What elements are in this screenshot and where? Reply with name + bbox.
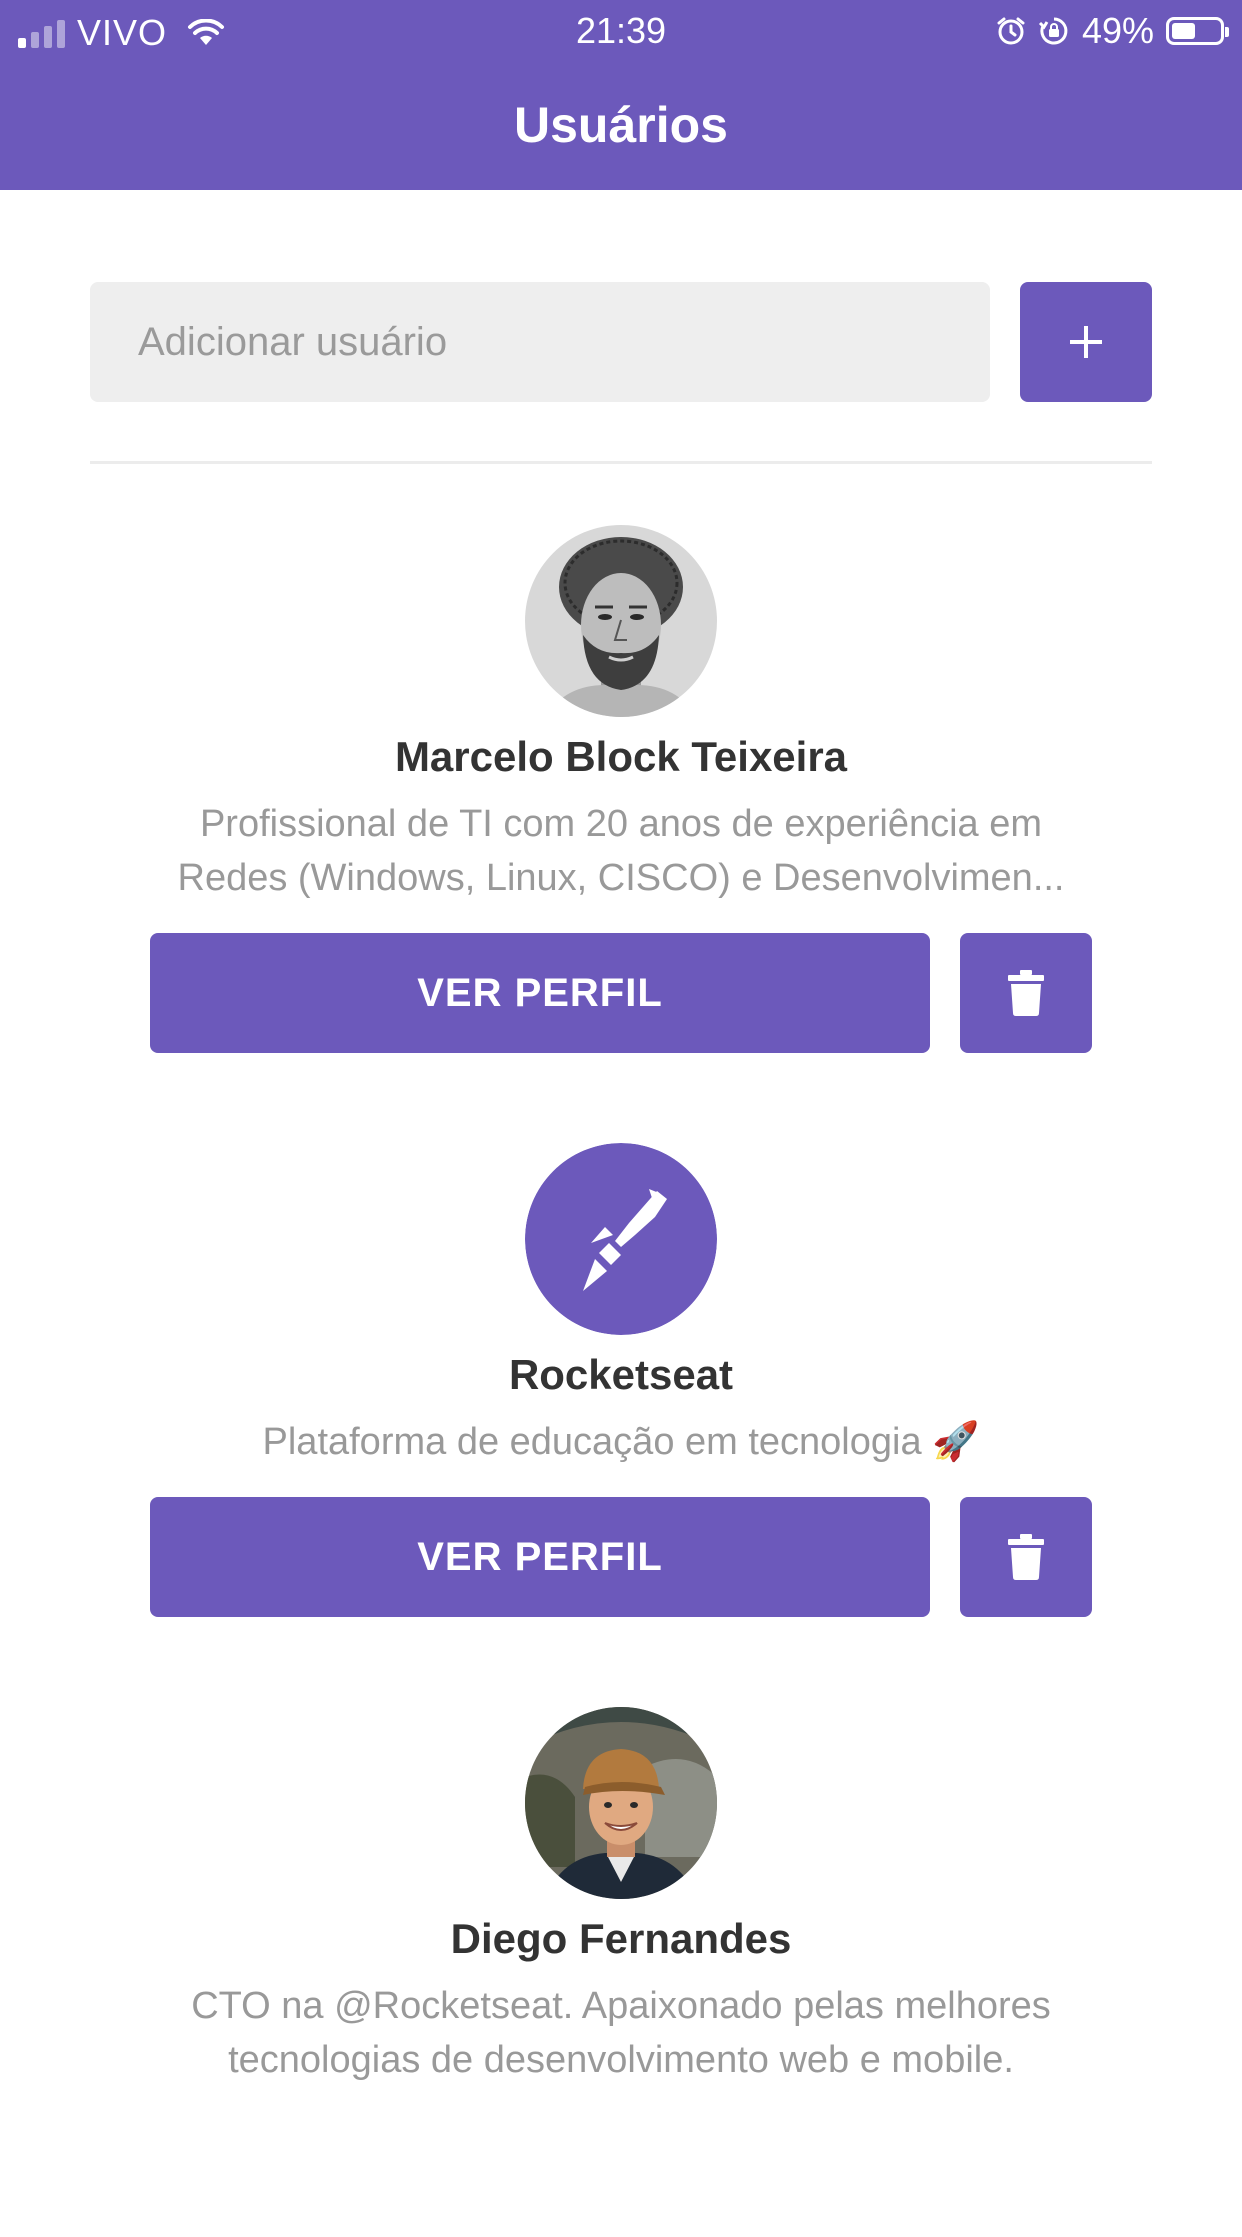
page-title: Usuários [514, 97, 728, 153]
user-card: Marcelo Block Teixeira Profissional de T… [0, 525, 1242, 1055]
add-user-input[interactable] [90, 282, 990, 402]
rocketseat-logo-icon [525, 1143, 717, 1335]
user-avatar [525, 525, 717, 717]
trash-icon [1008, 970, 1044, 1016]
user-name: Rocketseat [508, 1351, 734, 1398]
delete-user-button[interactable] [960, 933, 1092, 1053]
app-header: VIVO 21:39 49% Usuários [0, 0, 1242, 190]
divider [90, 461, 1152, 464]
user-bio: Plataforma de educação em tecnologia 🚀 [262, 1421, 980, 1463]
view-profile-label: VER PERFIL [417, 1534, 663, 1579]
user-card: Diego Fernandes CTO na @Rocketseat. Apai… [0, 1707, 1242, 2237]
battery-level [1172, 23, 1195, 39]
trash-icon [1008, 1534, 1044, 1580]
user-card: Rocketseat Plataforma de educação em tec… [0, 1143, 1242, 1673]
battery-percent: 49% [1081, 10, 1154, 51]
plus-icon [1070, 326, 1102, 358]
alarm-icon [997, 17, 1025, 45]
user-name: Diego Fernandes [450, 1915, 792, 1962]
delete-user-button[interactable] [960, 1497, 1092, 1617]
status-right: 49% [996, 10, 1229, 52]
user-name: Marcelo Block Teixeira [394, 733, 848, 780]
add-user-form [90, 282, 1152, 402]
battery-icon [1166, 17, 1229, 45]
status-bar: VIVO 21:39 49% [0, 0, 1242, 60]
view-profile-button[interactable]: VER PERFIL [150, 1497, 930, 1617]
user-avatar [525, 1143, 717, 1335]
photo-portrait-image [525, 1707, 717, 1899]
sketch-portrait-image [525, 525, 717, 717]
user-bio: CTO na @Rocketseat. Apaixonado pelas mel… [191, 1985, 1051, 2081]
user-avatar [525, 1707, 717, 1899]
view-profile-label: VER PERFIL [417, 970, 663, 1015]
add-user-button[interactable] [1020, 282, 1152, 402]
user-bio: Profissional de TI com 20 anos de experi… [177, 803, 1065, 899]
view-profile-button[interactable]: VER PERFIL [150, 933, 930, 1053]
rotation-lock-icon [1038, 17, 1068, 45]
